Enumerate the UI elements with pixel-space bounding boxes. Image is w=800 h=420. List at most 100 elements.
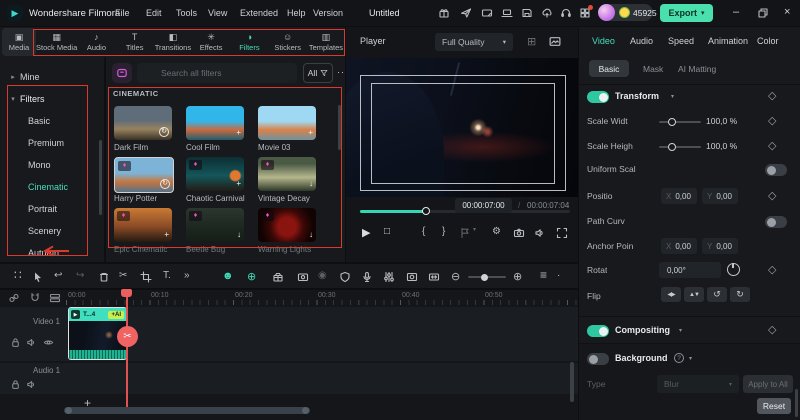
hscroll-left-knob[interactable] xyxy=(65,407,72,414)
audio-track-1[interactable]: Audio 1 xyxy=(0,363,578,394)
crop-icon[interactable] xyxy=(140,271,152,283)
rotate-ccw-button[interactable]: ↺ xyxy=(707,287,727,302)
add-icon[interactable]: + xyxy=(236,128,241,137)
keyframe-diamond-icon[interactable]: ◇ xyxy=(768,114,776,127)
scale-height-slider[interactable] xyxy=(659,142,701,151)
track-size-icon[interactable] xyxy=(49,292,61,304)
download-icon[interactable]: ↓ xyxy=(237,230,241,239)
microphone-icon[interactable] xyxy=(361,271,373,283)
avatar[interactable] xyxy=(598,4,615,21)
filter-thumb-chaotic-carnival[interactable]: ♦ + xyxy=(186,157,244,191)
render-preview-icon[interactable] xyxy=(406,271,418,283)
share-icon[interactable] xyxy=(460,7,472,19)
video-preview[interactable] xyxy=(346,58,578,197)
scale-height-value[interactable]: 100,0 % xyxy=(706,141,737,151)
lock-track-icon[interactable] xyxy=(10,337,21,348)
playhead-handle[interactable] xyxy=(121,289,132,297)
chevron-down-icon[interactable]: ▾ xyxy=(671,93,674,100)
filter-thumb-vintage-decay[interactable]: ♦ ↓ xyxy=(258,157,316,191)
zoom-in-icon[interactable]: ⊕ xyxy=(513,270,522,283)
anchor-x-field[interactable]: X 0,00 xyxy=(661,238,697,254)
split-scissors-icon[interactable]: ✂ xyxy=(119,270,127,281)
mute-track-icon[interactable] xyxy=(26,379,37,390)
laptop-icon[interactable] xyxy=(501,7,513,19)
uniform-scale-toggle[interactable] xyxy=(765,164,787,176)
mute-track-icon[interactable] xyxy=(26,337,37,348)
reset-button[interactable]: Reset xyxy=(757,398,791,414)
keyframe-diamond-icon[interactable]: ◇ xyxy=(768,139,776,152)
marker-flag-button[interactable] xyxy=(459,227,471,239)
quality-dropdown[interactable]: Full Quality ▾ xyxy=(435,33,513,51)
apply-to-all-button[interactable]: Apply to All xyxy=(743,375,793,393)
mark-out-button[interactable]: } xyxy=(442,226,445,237)
fullscreen-button[interactable] xyxy=(556,227,568,239)
layout-grid-icon[interactable]: ⊞ xyxy=(527,35,536,48)
tab-templates[interactable]: ▥ Templates xyxy=(307,28,345,56)
more-options-button[interactable]: ··· xyxy=(337,67,345,77)
menu-extended[interactable]: Extended xyxy=(240,8,278,18)
update-icon[interactable]: ↻ xyxy=(159,127,169,137)
current-timecode[interactable]: 00:00:07:00 xyxy=(455,198,512,213)
redo-button[interactable]: ↪ xyxy=(76,270,84,281)
tab-filters[interactable]: ◑ Filters xyxy=(230,28,268,56)
volume-button[interactable] xyxy=(534,227,546,239)
download-icon[interactable]: ↓ xyxy=(309,179,313,188)
delete-icon[interactable] xyxy=(98,271,110,283)
lock-track-icon[interactable] xyxy=(10,379,21,390)
add-icon[interactable]: + xyxy=(236,179,241,188)
link-clips-icon[interactable] xyxy=(8,292,20,304)
timeline-ruler[interactable] xyxy=(66,300,578,305)
ai-assistant-icon[interactable]: ☻ xyxy=(222,270,234,282)
chevron-down-icon[interactable]: ▾ xyxy=(679,327,682,334)
menu-file[interactable]: File xyxy=(115,8,130,18)
hscroll-right-knob[interactable] xyxy=(302,407,309,414)
flip-vertical-button[interactable]: ▲▼ xyxy=(684,287,704,302)
background-toggle[interactable] xyxy=(587,353,609,365)
gift-icon[interactable] xyxy=(438,7,450,19)
properties-scrollbar[interactable] xyxy=(795,389,798,417)
type-dropdown[interactable]: Blur ▾ xyxy=(657,375,739,393)
render-settings-button[interactable]: ⚙ xyxy=(492,226,501,237)
tab-titles[interactable]: T Titles xyxy=(116,28,154,56)
flip-horizontal-button[interactable]: ◀▶ xyxy=(661,287,681,302)
timeline-vscrollbar[interactable] xyxy=(570,362,574,402)
filter-thumb-cool-film[interactable]: + xyxy=(186,106,244,140)
sidebar-group-filters[interactable]: ▾ Filters xyxy=(0,88,100,110)
filter-thumb-beetle-bug[interactable]: ♦ ↓ xyxy=(186,208,244,242)
more-tools-icon[interactable]: » xyxy=(184,270,190,281)
track-manager-icon[interactable]: ≡ xyxy=(540,268,547,282)
filter-thumb-harry-potter[interactable]: ♦ ↻ xyxy=(114,157,174,193)
category-filter-button[interactable] xyxy=(112,63,132,83)
filter-thumb-epic-cinematic[interactable]: ♦ + xyxy=(114,208,172,242)
anchor-y-field[interactable]: Y 0,00 xyxy=(702,238,738,254)
compositing-toggle[interactable] xyxy=(587,325,609,337)
play-button[interactable]: ▶ xyxy=(362,226,370,239)
quick-split-button[interactable]: ✂ xyxy=(117,326,138,347)
text-tool-icon[interactable]: T. xyxy=(163,270,171,281)
track-manager-chevron[interactable]: · xyxy=(557,270,560,281)
props-tab-animation[interactable]: Animation xyxy=(708,36,748,46)
menu-version[interactable]: Version xyxy=(313,8,343,18)
help-icon[interactable]: ? xyxy=(674,353,684,363)
menu-tools[interactable]: Tools xyxy=(176,8,197,18)
snapshot-camera-button[interactable] xyxy=(513,227,525,239)
transform-toggle[interactable] xyxy=(587,91,609,103)
menu-edit[interactable]: Edit xyxy=(146,8,162,18)
select-pointer-icon[interactable] xyxy=(32,271,44,283)
mark-in-button[interactable]: { xyxy=(422,226,425,237)
snap-magnet-icon[interactable] xyxy=(29,292,41,304)
preview-mark-icon[interactable] xyxy=(548,35,562,48)
keyframe-diamond-icon[interactable]: ◇ xyxy=(768,263,776,276)
rotate-dial[interactable] xyxy=(727,263,740,276)
progress-handle[interactable] xyxy=(422,206,430,215)
filter-thumb-dark-film[interactable]: ↻ xyxy=(114,106,172,140)
chevron-down-icon[interactable]: ▾ xyxy=(689,355,692,362)
ai-copilot-icon[interactable]: ⊕ xyxy=(247,270,256,283)
search-input[interactable] xyxy=(137,63,297,83)
tab-media[interactable]: ▣ Media xyxy=(2,28,36,56)
keyframe-diamond-icon[interactable]: ◇ xyxy=(768,189,776,202)
playhead-line[interactable] xyxy=(126,289,128,407)
auto-ripple-icon[interactable] xyxy=(428,271,440,283)
record-voiceover-icon[interactable]: ◉ xyxy=(318,270,327,281)
sidebar-group-mine[interactable]: ▸ Mine xyxy=(0,66,100,88)
